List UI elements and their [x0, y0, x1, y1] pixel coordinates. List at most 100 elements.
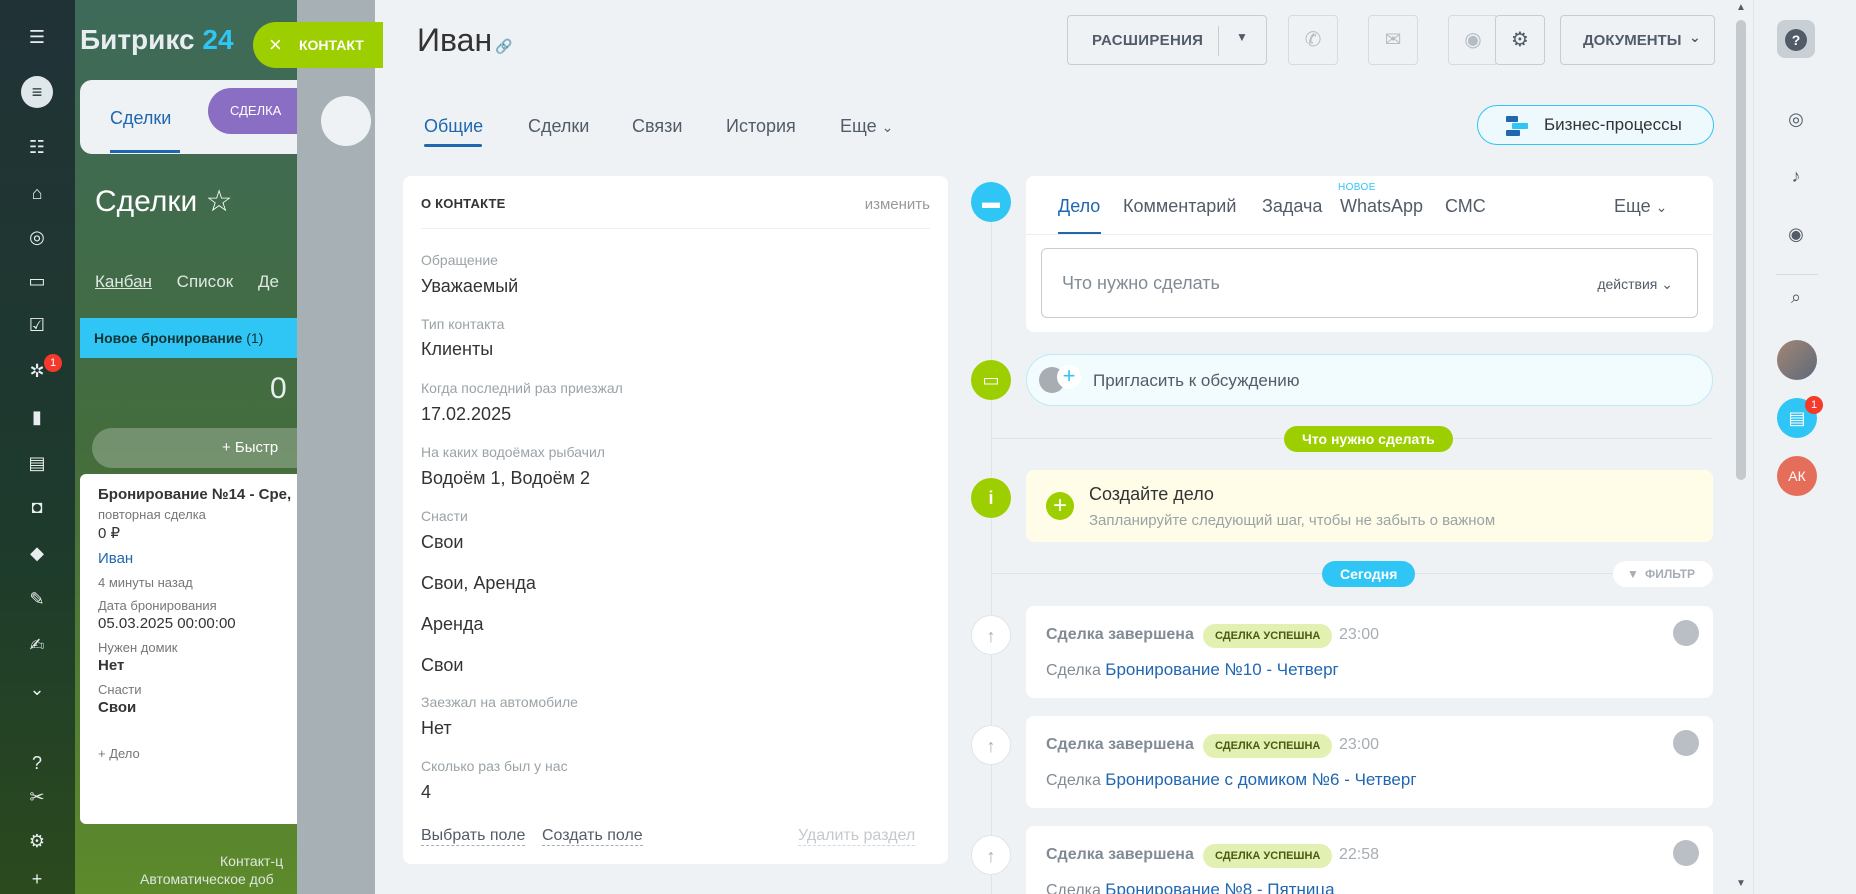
- card-tackle-label: Снасти: [98, 682, 142, 697]
- field-value-salutation: Уважаемый: [421, 276, 519, 296]
- tab-links[interactable]: Связи: [632, 116, 682, 137]
- todo-input[interactable]: Что нужно сделать действия ⌄: [1041, 248, 1698, 318]
- contact-title[interactable]: Иван: [417, 22, 492, 59]
- actions-label: действия: [1597, 276, 1658, 292]
- contact-slider: Иван 🔗 РАСШИРЕНИЯ ▼ ✆ ✉ ◉ ⚙ ДОКУМЕНТЫ ⌄ …: [375, 0, 1753, 894]
- settings-nav-icon[interactable]: ⚙: [26, 830, 48, 852]
- user-icon[interactable]: [1673, 620, 1699, 646]
- target-nav-icon[interactable]: ◎: [26, 226, 48, 248]
- select-field-link[interactable]: Выбрать поле: [421, 827, 526, 846]
- create-task-hint[interactable]: + Создайте дело Запланируйте следующий ш…: [1026, 470, 1713, 542]
- column-title: Новое бронирование: [94, 330, 243, 346]
- tab-history[interactable]: История: [726, 116, 796, 137]
- activity-tab-comment[interactable]: Комментарий: [1123, 196, 1236, 217]
- help-nav-icon[interactable]: ?: [26, 752, 48, 774]
- contacts-nav-icon[interactable]: ▤: [26, 452, 48, 474]
- search-icon[interactable]: ⌕: [1777, 278, 1815, 316]
- close-icon[interactable]: ×: [269, 22, 282, 68]
- event-deal-link[interactable]: Бронирование №10 - Четверг: [1105, 660, 1338, 679]
- view-kanban[interactable]: Канбан: [95, 272, 152, 291]
- plus-circle-icon[interactable]: +: [1046, 492, 1074, 520]
- messages-icon[interactable]: ◉: [1777, 215, 1815, 253]
- kanban-card[interactable]: Бронирование №14 - Сре, повторная сделка…: [80, 474, 330, 824]
- card-contact-link[interactable]: Иван: [98, 550, 312, 567]
- vertical-scrollbar[interactable]: ▲ ▼: [1731, 0, 1753, 894]
- tab-deals[interactable]: Сделки: [528, 116, 589, 137]
- background-tabs: Сделки СДЕЛКА: [80, 80, 320, 154]
- activity-tab-more[interactable]: Еще ⌄: [1614, 196, 1667, 217]
- chat-counter-badge: 1: [1805, 396, 1823, 414]
- quick-add-button[interactable]: + Быстр: [92, 428, 332, 468]
- caret-down-icon[interactable]: ▼: [1236, 30, 1248, 44]
- analytics-nav-icon[interactable]: ▮: [26, 406, 48, 428]
- invite-to-discussion[interactable]: + Пригласить к обсуждению: [1026, 354, 1713, 406]
- arrow-up-icon: ↑: [971, 725, 1011, 765]
- card-add-task[interactable]: + Дело: [98, 746, 312, 761]
- view-other[interactable]: Де: [258, 272, 279, 291]
- background-tab-deals[interactable]: Сделки: [110, 108, 171, 129]
- scissors-nav-icon[interactable]: ✂: [26, 786, 48, 808]
- sign-nav-icon[interactable]: ✍: [26, 634, 48, 656]
- collapse-circle[interactable]: [321, 96, 371, 146]
- bitrix-logo[interactable]: Битрикс 24: [80, 24, 234, 56]
- chat-icon[interactable]: ◉: [1448, 15, 1498, 65]
- check-nav-icon[interactable]: ☑: [26, 314, 48, 336]
- box-nav-icon[interactable]: ◆: [26, 542, 48, 564]
- card-title[interactable]: Бронирование №14 - Сре,: [98, 486, 312, 503]
- user-initials-avatar[interactable]: АК: [1777, 456, 1817, 496]
- event-time: 23:00: [1339, 736, 1380, 753]
- field-label-visits: Сколько раз был у нас: [421, 758, 568, 774]
- filter-nav-icon[interactable]: ≡: [21, 76, 53, 108]
- chevron-down-icon: ⌄: [1655, 199, 1668, 215]
- cart-nav-icon[interactable]: ▭: [26, 270, 48, 292]
- event-deal-link[interactable]: Бронирование №8 - Пятница: [1105, 880, 1334, 894]
- menu-icon[interactable]: ☰: [26, 26, 48, 48]
- filter-button[interactable]: ▼ ФИЛЬТР: [1613, 561, 1713, 587]
- actions-dropdown[interactable]: действия ⌄: [1597, 276, 1673, 293]
- create-task-subtitle: Запланируйте следующий шаг, чтобы не заб…: [1089, 512, 1496, 529]
- activity-tab-task[interactable]: Дело: [1058, 196, 1100, 217]
- stream-icon[interactable]: ◎: [1777, 100, 1815, 138]
- star-icon[interactable]: ☆: [206, 185, 233, 218]
- help-button[interactable]: ?: [1777, 20, 1815, 58]
- activity-divider: [1026, 234, 1713, 235]
- link-icon[interactable]: 🔗: [495, 38, 512, 55]
- contact-close-pill[interactable]: × КОНТАКТ: [253, 22, 383, 68]
- field-label-contact-type: Тип контакта: [421, 316, 505, 332]
- bank-nav-icon[interactable]: ⌂: [26, 182, 48, 204]
- robot-nav-icon[interactable]: ◘: [26, 496, 48, 518]
- about-edit-link[interactable]: изменить: [865, 196, 930, 213]
- phone-icon[interactable]: ✆: [1288, 15, 1338, 65]
- user-icon[interactable]: [1673, 730, 1699, 756]
- event-deal-link[interactable]: Бронирование с домиком №6 - Четверг: [1105, 770, 1416, 789]
- tab-general[interactable]: Общие: [424, 116, 483, 137]
- activity-tab-whatsapp[interactable]: WhatsApp: [1340, 196, 1423, 217]
- view-list[interactable]: Список: [177, 272, 234, 291]
- kanban-column-header[interactable]: Новое бронирование (1): [80, 318, 320, 358]
- event-prefix: Сделка: [1046, 882, 1101, 894]
- tasks-nav-icon[interactable]: ☷: [26, 136, 48, 158]
- extensions-button[interactable]: РАСШИРЕНИЯ ▼: [1067, 15, 1267, 65]
- field-value-contact-type: Клиенты: [421, 339, 494, 359]
- right-sidebar: ? ◎ ♪ ◉ ⌕ ▤ 1 АК: [1753, 0, 1856, 894]
- document-nav-icon[interactable]: ✎: [26, 588, 48, 610]
- create-field-link[interactable]: Создать поле: [542, 827, 643, 846]
- mail-icon[interactable]: ✉: [1368, 15, 1418, 65]
- business-processes-button[interactable]: Бизнес-процессы: [1477, 105, 1714, 145]
- documents-button[interactable]: ДОКУМЕНТЫ ⌄: [1560, 15, 1715, 65]
- bell-icon[interactable]: ♪: [1777, 157, 1815, 195]
- gear-icon[interactable]: ⚙: [1495, 15, 1545, 65]
- user-icon[interactable]: [1673, 840, 1699, 866]
- delete-section-link[interactable]: Удалить раздел: [798, 827, 916, 846]
- scroll-up-icon[interactable]: ▲: [1736, 2, 1746, 13]
- activity-tab-todo[interactable]: Задача: [1262, 196, 1322, 217]
- more-nav-icon[interactable]: ⌄: [26, 678, 48, 700]
- activity-tab-sms[interactable]: СМС: [1445, 196, 1486, 217]
- tab-more[interactable]: Еще ⌄: [840, 116, 893, 137]
- create-task-title: Создайте дело: [1089, 484, 1214, 504]
- add-nav-icon[interactable]: +: [26, 868, 48, 890]
- scroll-down-icon[interactable]: ▼: [1736, 878, 1746, 889]
- scroll-thumb[interactable]: [1736, 20, 1746, 480]
- field-label-car: Заезжал на автомобиле: [421, 694, 578, 710]
- avatar[interactable]: [1777, 340, 1817, 380]
